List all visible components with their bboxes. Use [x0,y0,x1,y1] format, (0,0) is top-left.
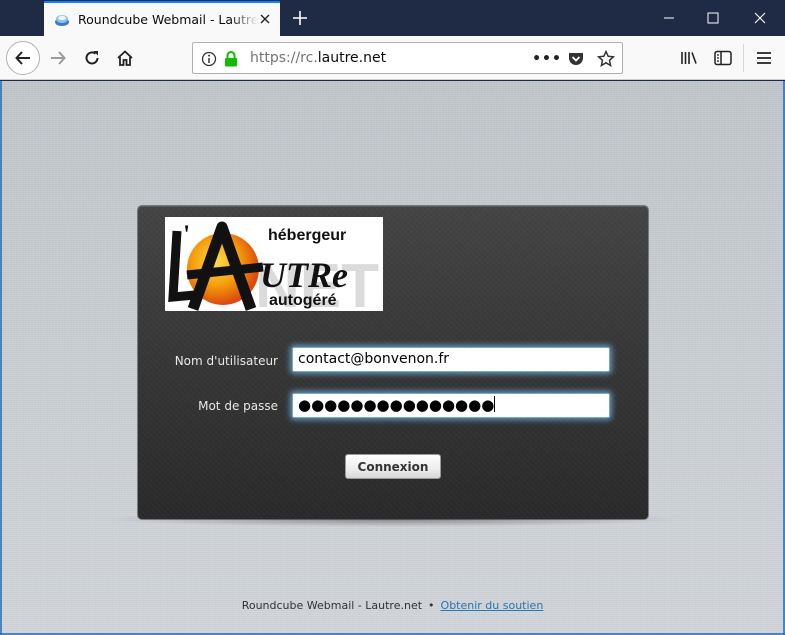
login-form-panel: NET ' UTRe hébergeur autogéré Nom d'util… [138,206,648,519]
window-border-left [0,81,2,635]
password-input[interactable]: ●●●●●●●●●●●●●●● [292,393,610,418]
page-content: NET ' UTRe hébergeur autogéré Nom d'util… [0,81,785,635]
close-icon [754,12,766,24]
reload-icon [85,51,99,65]
home-button[interactable] [109,42,141,74]
bookmark-star-icon[interactable] [597,50,615,68]
pocket-icon[interactable] [567,50,585,68]
plus-icon [293,11,307,25]
page-footer: Roundcube Webmail - Lautre.net • Obtenir d… [0,599,785,612]
browser-titlebar: Roundcube Webmail - Lautre.net [0,0,785,36]
info-icon[interactable] [200,50,218,68]
lock-icon[interactable] [222,50,240,68]
svg-text:autogéré: autogéré [269,292,337,309]
minimize-icon [664,17,674,19]
password-masked-value: ●●●●●●●●●●●●●●● [298,396,495,414]
url-bar[interactable]: https://rc.lautre.net ••• [192,42,623,74]
reload-button[interactable] [76,42,108,74]
footer-separator: • [428,599,435,612]
password-label: Mot de passe [198,399,278,413]
support-link[interactable]: Obtenir du soutien [441,599,544,612]
url-text[interactable]: https://rc.lautre.net [250,50,386,66]
close-window-button[interactable] [737,0,783,36]
browser-navbar: https://rc.lautre.net ••• [0,36,785,80]
close-tab-icon[interactable] [258,12,272,26]
page-actions-icon[interactable]: ••• [532,50,561,68]
hamburger-menu-icon [757,52,771,64]
lautre-logo-graphic: NET ' UTRe hébergeur autogéré [168,220,379,321]
svg-text:hébergeur: hébergeur [268,227,346,244]
sidebar-toggle-button[interactable] [707,42,739,74]
toolbar-separator [743,44,744,72]
maximize-window-button[interactable] [690,0,736,36]
new-tab-button[interactable] [288,6,312,30]
tab-title: Roundcube Webmail - Lautre.net [78,12,258,27]
back-button[interactable] [6,41,40,75]
browser-tab-active[interactable]: Roundcube Webmail - Lautre.net [44,1,280,36]
text-caret [494,396,496,412]
arrow-left-icon [15,51,30,65]
username-value: contact@bonvenon.fr [298,351,450,367]
lautre-logo: NET ' UTRe hébergeur autogéré [165,217,383,321]
menu-button[interactable] [748,42,780,74]
library-button[interactable] [673,42,705,74]
username-label: Nom d'utilisateur [174,354,278,368]
maximize-icon [707,12,719,24]
username-input[interactable]: contact@bonvenon.fr [292,347,610,372]
forward-button[interactable] [42,42,74,74]
login-submit-button[interactable]: Connexion [345,454,441,479]
svg-text:UTRe: UTRe [260,255,348,295]
minimize-window-button[interactable] [646,0,692,36]
url-scheme: https://rc. [250,50,318,66]
arrow-right-icon [51,51,66,65]
library-icon [681,52,697,64]
home-icon [117,50,133,66]
roundcube-favicon-icon [55,14,69,26]
sidebar-icon [714,50,732,66]
svg-text:': ' [183,220,190,249]
url-host: lautre.net [317,50,387,66]
footer-product-name: Roundcube Webmail - Lautre.net [241,599,423,612]
